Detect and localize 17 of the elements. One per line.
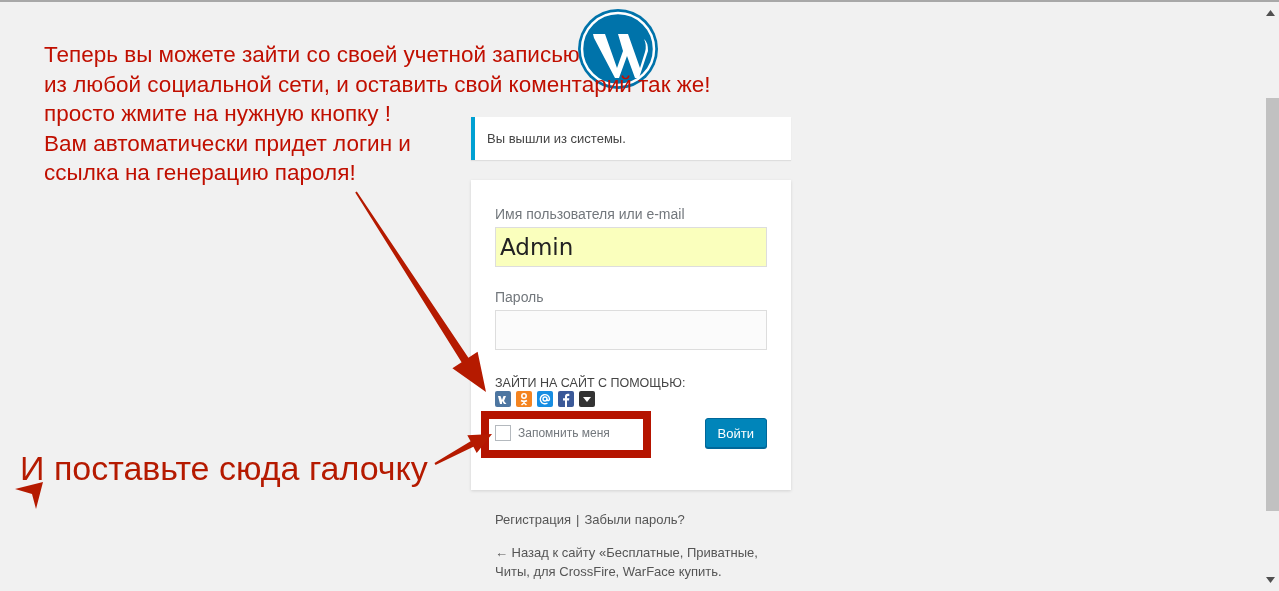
back-to-site-link[interactable]: ← Назад к сайту «Бесплатные, Приватные, Читы, для CrossFire, WarFace купить. <box>495 543 767 581</box>
annotation-text: из любой социальной сети, и оставить свой коментарий так же! <box>44 70 711 99</box>
annotation-text: И поставьте сюда галочку <box>20 449 428 488</box>
social-login-label: ЗАЙТИ НА САЙТ С ПОМОЩЬЮ: <box>495 376 687 390</box>
link-separator: | <box>576 512 580 527</box>
annotation-text: просто жмите на нужную кнопку ! <box>44 100 391 128</box>
annotation-text: Вам автоматически придет логин и <box>44 129 411 158</box>
annotation-text: ссылка на генерацию пароля! <box>44 159 356 187</box>
annotation-text: Теперь вы можете зайти со своей учетной записью <box>44 41 580 69</box>
username-label: Имя пользователя или e-mail <box>495 206 686 222</box>
remember-label: Запомнить меня <box>518 426 610 440</box>
password-label: Пароль <box>495 289 545 305</box>
lost-password-link[interactable]: Забыли пароль? <box>584 512 685 527</box>
notice-text: Вы вышли из системы. <box>487 131 626 146</box>
username-field[interactable]: Admin <box>495 227 767 267</box>
register-link[interactable]: Регистрация <box>495 512 571 527</box>
login-button[interactable]: Войти <box>704 418 767 448</box>
